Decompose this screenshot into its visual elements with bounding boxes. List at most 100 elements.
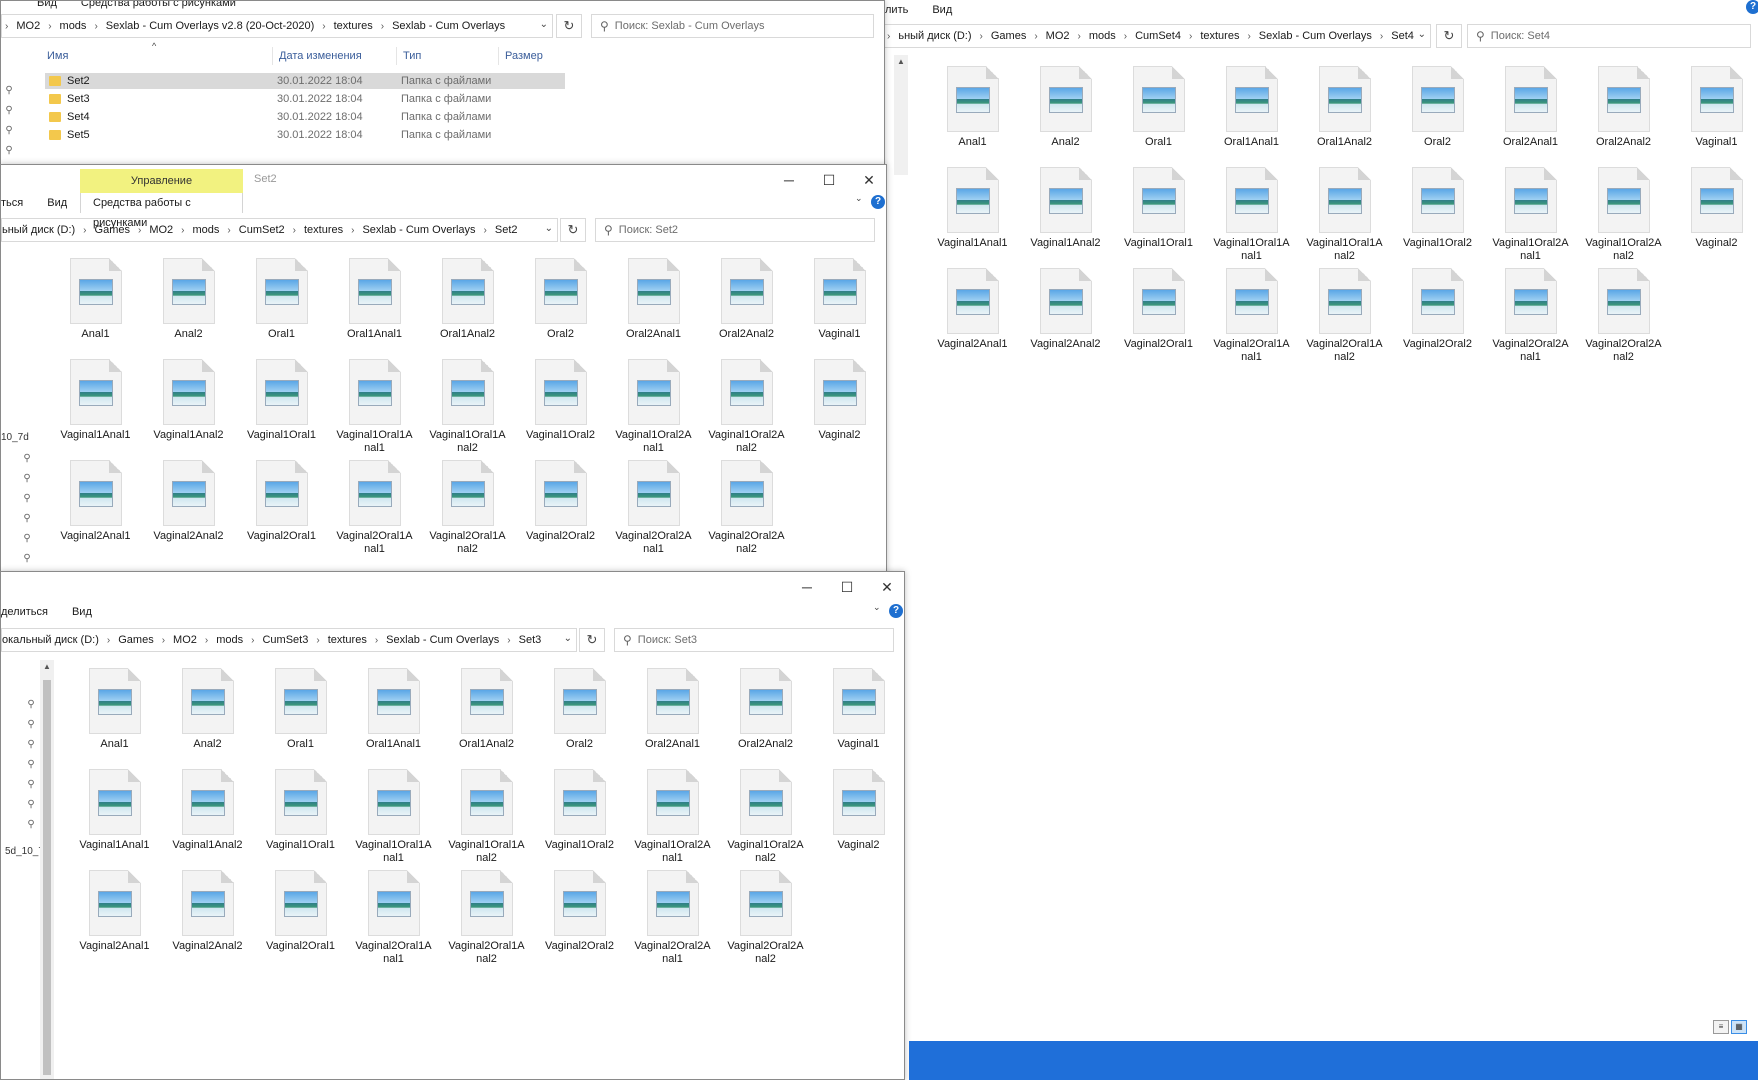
- pin-icon[interactable]: ⚲: [3, 145, 15, 156]
- folder-row[interactable]: Set5 30.01.2022 18:04 Папка с файлами: [45, 127, 565, 143]
- file-tile[interactable]: Vaginal1Oral2Anal2: [1577, 167, 1670, 268]
- file-tile[interactable]: Oral2Anal1: [626, 668, 719, 769]
- breadcrumb-item[interactable]: Sexlab - Cum Overlays v2.8 (20-Oct-2020): [101, 20, 319, 32]
- file-tile[interactable]: Oral2: [533, 668, 626, 769]
- breadcrumb-item[interactable]: Games: [986, 30, 1031, 42]
- pin-icon[interactable]: ⚲: [21, 493, 33, 504]
- file-tile[interactable]: Anal1: [68, 668, 161, 769]
- column-name[interactable]: Имя: [41, 47, 273, 65]
- tiles-view-icon[interactable]: ▦: [1731, 1020, 1747, 1034]
- file-tile[interactable]: Vaginal1Oral1: [254, 769, 347, 870]
- file-tile[interactable]: Vaginal1: [812, 668, 904, 769]
- pin-icon[interactable]: ⚲: [21, 533, 33, 544]
- file-tile[interactable]: Vaginal2Oral2: [1391, 268, 1484, 369]
- breadcrumb-item[interactable]: Sexlab - Cum Overlays: [387, 20, 510, 32]
- search-input[interactable]: ⚲ Поиск: Set2: [595, 218, 875, 242]
- breadcrumb-item[interactable]: textures: [329, 20, 378, 32]
- file-tile[interactable]: Oral1: [235, 258, 328, 359]
- file-tile[interactable]: Vaginal1Anal1: [68, 769, 161, 870]
- file-tile[interactable]: Vaginal2Oral1: [235, 460, 328, 561]
- file-tile[interactable]: Vaginal2Oral2Anal2: [700, 460, 793, 561]
- file-tile[interactable]: Anal2: [161, 668, 254, 769]
- address-bar[interactable]: ьный диск (D:) › Games › MO2 › mods › Cu…: [1, 218, 558, 242]
- refresh-button[interactable]: ↻: [560, 218, 586, 242]
- help-icon[interactable]: ?: [1746, 0, 1758, 14]
- breadcrumb-item[interactable]: ьный диск (D:): [893, 30, 976, 42]
- file-tile[interactable]: Vaginal2Oral2Anal1: [607, 460, 700, 561]
- help-icon[interactable]: ?: [871, 195, 885, 209]
- file-tile[interactable]: Oral1: [1112, 66, 1205, 167]
- chevron-down-icon[interactable]: ⌄: [564, 633, 572, 644]
- breadcrumb-item[interactable]: ьный диск (D:): [2, 224, 80, 236]
- file-tile[interactable]: Vaginal2: [793, 359, 886, 460]
- file-tile[interactable]: Vaginal2Oral2Anal1: [1484, 268, 1577, 369]
- pin-icon[interactable]: ⚲: [25, 779, 37, 790]
- pin-icon[interactable]: ⚲: [25, 699, 37, 710]
- chevron-down-icon[interactable]: ⌄: [540, 19, 548, 30]
- ribbon-tab-share[interactable]: ться: [1, 193, 35, 213]
- breadcrumb-item[interactable]: Sexlab - Cum Overlays: [1254, 30, 1377, 42]
- file-tile[interactable]: Anal2: [1019, 66, 1112, 167]
- help-icon[interactable]: ?: [889, 604, 903, 618]
- minimize-button[interactable]: ─: [769, 165, 809, 195]
- file-tile[interactable]: Vaginal2Oral1: [1112, 268, 1205, 369]
- file-tile[interactable]: Vaginal1Oral2Anal1: [607, 359, 700, 460]
- file-tile[interactable]: Oral1Anal1: [328, 258, 421, 359]
- nav-scrollbar[interactable]: ▲: [894, 55, 908, 175]
- file-tile[interactable]: Oral1Anal2: [440, 668, 533, 769]
- breadcrumb-item[interactable]: Games: [113, 634, 158, 646]
- breadcrumb-item[interactable]: окальный диск (D:): [2, 634, 104, 646]
- pin-icon[interactable]: ⚲: [25, 759, 37, 770]
- ribbon-collapse-icon[interactable]: ⌄: [855, 193, 863, 204]
- search-input[interactable]: ⚲ Поиск: Sexlab - Cum Overlays: [591, 14, 874, 38]
- file-tile[interactable]: Vaginal1Oral1Anal2: [1298, 167, 1391, 268]
- breadcrumb-item[interactable]: Sexlab - Cum Overlays: [357, 224, 480, 236]
- file-tile[interactable]: Vaginal2Anal1: [68, 870, 161, 971]
- pin-icon[interactable]: ⚲: [3, 105, 15, 116]
- breadcrumb-item[interactable]: Set3: [514, 634, 547, 646]
- pin-icon[interactable]: ⚲: [3, 125, 15, 136]
- breadcrumb-item[interactable]: MO2: [144, 224, 178, 236]
- file-tile[interactable]: Vaginal2Oral1Anal1: [347, 870, 440, 971]
- file-tile[interactable]: Vaginal2Oral1Anal2: [421, 460, 514, 561]
- file-tile[interactable]: Oral2: [514, 258, 607, 359]
- file-tile[interactable]: Vaginal2: [1670, 167, 1758, 268]
- breadcrumb-item[interactable]: mods: [211, 634, 248, 646]
- ribbon-tab-share[interactable]: делиться: [1, 602, 60, 622]
- file-tile[interactable]: Vaginal1Oral1Anal2: [440, 769, 533, 870]
- file-tile[interactable]: Oral1Anal1: [1205, 66, 1298, 167]
- chevron-down-icon[interactable]: ⌄: [1418, 29, 1426, 40]
- file-tile[interactable]: Vaginal2Anal2: [161, 870, 254, 971]
- ribbon-tab-share[interactable]: лить: [883, 0, 920, 20]
- breadcrumb-item[interactable]: Set2: [490, 224, 523, 236]
- file-tile[interactable]: Vaginal1Oral2: [533, 769, 626, 870]
- file-tile[interactable]: Oral1: [254, 668, 347, 769]
- file-tile[interactable]: Vaginal1Oral2Anal2: [719, 769, 812, 870]
- ribbon-collapse-icon[interactable]: ⌄: [873, 602, 881, 613]
- context-tab-manage[interactable]: Управление: [80, 169, 243, 193]
- file-tile[interactable]: Anal1: [49, 258, 142, 359]
- folder-row[interactable]: Set4 30.01.2022 18:04 Папка с файлами: [45, 109, 565, 125]
- breadcrumb-item[interactable]: textures: [299, 224, 348, 236]
- pin-icon[interactable]: ⚲: [25, 819, 37, 830]
- pin-icon[interactable]: ⚲: [25, 799, 37, 810]
- pin-icon[interactable]: ⚲: [25, 719, 37, 730]
- ribbon-tab-view[interactable]: Вид: [920, 0, 964, 20]
- pin-icon[interactable]: ⚲: [21, 513, 33, 524]
- chevron-down-icon[interactable]: ⌄: [545, 223, 553, 234]
- scroll-up-arrow[interactable]: ▲: [894, 57, 908, 66]
- file-tile[interactable]: Vaginal2Oral1Anal1: [1205, 268, 1298, 369]
- ribbon-tab-picture-tools[interactable]: Средства работы с рисунками: [80, 193, 243, 229]
- column-type[interactable]: Тип: [397, 47, 499, 65]
- file-tile[interactable]: Vaginal1Oral1: [235, 359, 328, 460]
- file-tile[interactable]: Vaginal1Oral1Anal1: [347, 769, 440, 870]
- refresh-button[interactable]: ↻: [1436, 24, 1462, 48]
- file-tile[interactable]: Oral2Anal2: [1577, 66, 1670, 167]
- maximize-button[interactable]: ☐: [827, 572, 867, 602]
- file-tile[interactable]: Oral1Anal1: [347, 668, 440, 769]
- folder-row[interactable]: Set2 30.01.2022 18:04 Папка с файлами: [45, 73, 565, 89]
- file-tile[interactable]: Anal2: [142, 258, 235, 359]
- breadcrumb-item[interactable]: textures: [1195, 30, 1244, 42]
- breadcrumb-item[interactable]: MO2: [168, 634, 202, 646]
- breadcrumb-item[interactable]: Set4: [1386, 30, 1419, 42]
